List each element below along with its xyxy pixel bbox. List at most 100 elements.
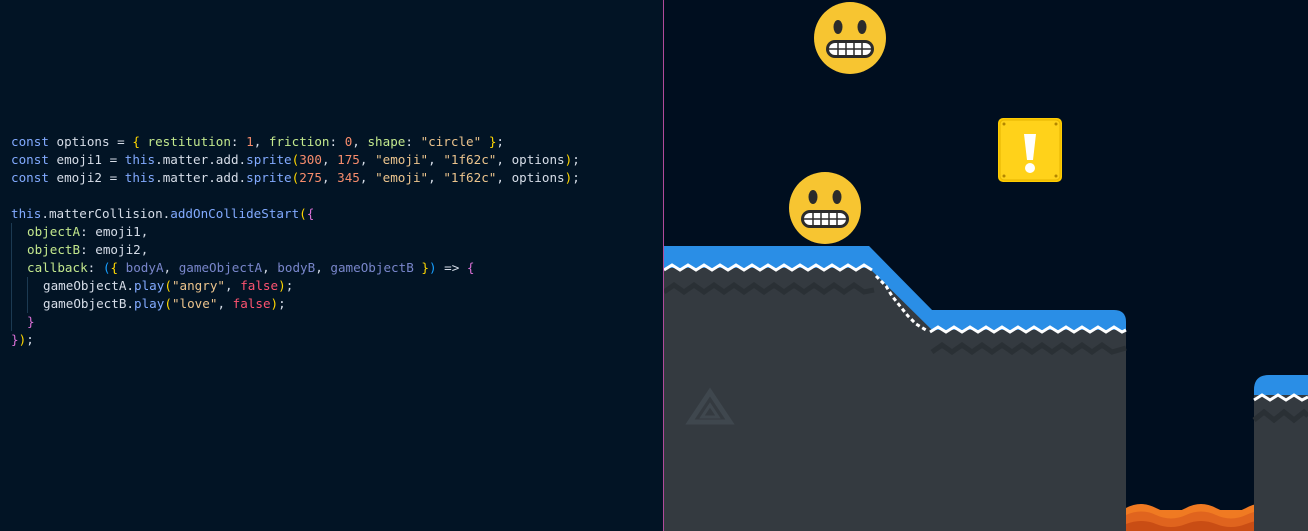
- code-token: "emoji": [375, 170, 429, 185]
- code-token: ,: [225, 278, 241, 293]
- code-token: .: [208, 152, 216, 167]
- code-token: ;: [572, 170, 580, 185]
- code-token: callback: [27, 260, 88, 275]
- code-line[interactable]: const options = { restitution: 1, fricti…: [11, 133, 580, 151]
- code-token: ;: [285, 278, 294, 293]
- code-token: options: [511, 152, 565, 167]
- code-token: .: [238, 170, 247, 185]
- code-line[interactable]: callback: ({ bodyA, gameObjectA, bodyB, …: [11, 259, 580, 277]
- code-token: add: [215, 152, 239, 167]
- code-line[interactable]: const emoji2 = this.matter.add.sprite(27…: [11, 169, 580, 187]
- code-token: "emoji": [375, 152, 429, 167]
- code-token: ,: [359, 152, 376, 167]
- code-token: }: [421, 260, 429, 275]
- code-token: 175: [337, 152, 360, 167]
- code-token: this: [11, 206, 42, 221]
- code-token: ): [270, 296, 279, 311]
- code-token: "love": [171, 296, 218, 311]
- code-token: bodyB: [277, 260, 316, 275]
- indent-guide: [11, 223, 27, 241]
- code-token: "angry": [171, 278, 226, 293]
- game-canvas[interactable]: [664, 0, 1308, 531]
- code-token: add: [215, 170, 239, 185]
- code-token: objectB: [27, 242, 81, 257]
- code-token: this: [124, 170, 156, 185]
- code-token: .: [41, 206, 49, 221]
- code-token: play: [134, 296, 165, 311]
- indent-guide: [27, 295, 43, 313]
- code-token: ,: [140, 242, 149, 257]
- code-token: gameObjectB: [330, 260, 422, 275]
- code-line[interactable]: objectA: emoji1,: [11, 223, 580, 241]
- app-root: const options = { restitution: 1, fricti…: [0, 0, 1308, 531]
- code-token: ;: [572, 152, 580, 167]
- ground-right: [1252, 375, 1308, 531]
- code-token: const: [11, 152, 57, 167]
- code-token: "1f62c": [443, 152, 497, 167]
- code-token: 300: [299, 152, 322, 167]
- code-token: sprite: [246, 152, 292, 167]
- code-token: ,: [217, 296, 233, 311]
- code-token: options: [511, 170, 565, 185]
- code-line[interactable]: this.matterCollision.addOnCollideStart({: [11, 205, 580, 223]
- code-token: :: [405, 134, 421, 149]
- code-line[interactable]: gameObjectB.play("love", false);: [11, 295, 580, 313]
- code-token: ,: [359, 170, 376, 185]
- code-line[interactable]: });: [11, 331, 580, 349]
- indent-guide: [11, 259, 27, 277]
- code-token: =: [109, 170, 125, 185]
- code-token: "circle": [420, 134, 489, 149]
- code-token: matterCollision: [48, 206, 163, 221]
- code-token: .: [155, 152, 163, 167]
- code-token: ,: [496, 170, 512, 185]
- code-token: =: [109, 152, 125, 167]
- code-token: this: [124, 152, 156, 167]
- code-token: gameObjectB: [43, 296, 127, 311]
- code-token: ;: [496, 134, 504, 149]
- code-block[interactable]: const options = { restitution: 1, fricti…: [11, 133, 580, 349]
- code-line[interactable]: gameObjectA.play("angry", false);: [11, 277, 580, 295]
- code-token: 345: [337, 170, 360, 185]
- code-line[interactable]: objectB: emoji2,: [11, 241, 580, 259]
- code-token: }: [11, 332, 19, 347]
- code-token: play: [134, 278, 165, 293]
- code-token: emoji1: [56, 152, 110, 167]
- code-token: {: [110, 260, 126, 275]
- code-token: friction: [268, 134, 330, 149]
- code-token: ,: [253, 134, 269, 149]
- code-token: "1f62c": [443, 170, 497, 185]
- code-token: }: [27, 314, 35, 329]
- code-editor-panel[interactable]: const options = { restitution: 1, fricti…: [0, 0, 663, 531]
- code-line[interactable]: [11, 187, 580, 205]
- code-token: ): [428, 260, 437, 275]
- code-token: :: [80, 242, 96, 257]
- code-token: ,: [140, 224, 149, 239]
- code-token: ,: [321, 152, 338, 167]
- code-token: shape: [367, 134, 406, 149]
- code-token: ;: [26, 332, 34, 347]
- game-scene: [664, 2, 1308, 531]
- code-line[interactable]: }: [11, 313, 580, 331]
- code-token: =>: [436, 260, 467, 275]
- code-token: :: [329, 134, 345, 149]
- code-token: options: [56, 134, 118, 149]
- code-token: ,: [321, 170, 338, 185]
- code-token: const: [11, 170, 57, 185]
- code-token: =: [117, 134, 133, 149]
- code-token: {: [306, 206, 315, 221]
- code-token: (: [164, 296, 172, 311]
- indent-guide: [27, 277, 43, 295]
- code-line[interactable]: const emoji1 = this.matter.add.sprite(30…: [11, 151, 580, 169]
- code-token: .: [126, 296, 134, 311]
- indent-guide: [11, 313, 27, 331]
- code-token: {: [466, 260, 475, 275]
- indent-guide: [11, 241, 27, 259]
- exclamation-block-icon: [998, 118, 1062, 182]
- code-token: matter: [162, 152, 209, 167]
- code-token: :: [87, 260, 103, 275]
- code-token: matter: [162, 170, 209, 185]
- code-token: ,: [428, 170, 444, 185]
- code-token: ;: [278, 296, 286, 311]
- grimacing-face-icon: [814, 2, 886, 74]
- code-token: ,: [428, 152, 444, 167]
